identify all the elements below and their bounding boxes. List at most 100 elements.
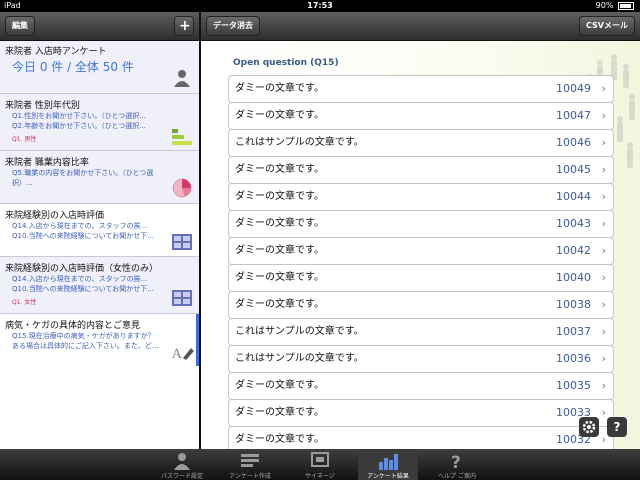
- answer-text: ダミーの文章です。: [235, 434, 324, 445]
- chevron-right-icon: ›: [601, 379, 606, 392]
- cross-table-icon: [172, 290, 192, 306]
- item-question: Q15.現在治療中の病気・ケガがありますか？: [12, 332, 155, 340]
- tab-label: ヘルプ ご案内: [438, 473, 476, 480]
- answer-row[interactable]: ダミーの文章です。 10035 ›: [228, 372, 614, 400]
- tab-label: アンケート作成: [229, 473, 271, 480]
- answer-text: ダミーの文章です。: [235, 245, 324, 256]
- person-icon: [174, 70, 190, 87]
- answer-id: 10044: [556, 190, 591, 203]
- navigation-bar: 編集 + データ消去 CSVメール: [0, 12, 640, 41]
- chevron-right-icon: ›: [601, 433, 606, 446]
- answer-row[interactable]: ダミーの文章です。 10042 ›: [228, 237, 614, 265]
- csv-mail-button[interactable]: CSVメール: [579, 16, 635, 36]
- item-question: Q2.年齢をお聞かせ下さい。（ひとつ選択...: [12, 122, 146, 130]
- edit-button[interactable]: 編集: [5, 16, 35, 36]
- add-button[interactable]: +: [174, 16, 194, 36]
- answer-id: 10037: [556, 325, 591, 338]
- answer-row[interactable]: ダミーの文章です。 10038 ›: [228, 291, 614, 319]
- chevron-right-icon: ›: [601, 352, 606, 365]
- answer-text: ダミーの文章です。: [235, 191, 324, 202]
- answer-id: 10046: [556, 136, 591, 149]
- answer-text: ダミーの文章です。: [235, 407, 324, 418]
- list-item[interactable]: 来院者 入店時アンケート 今日 0 件 / 全体 50 件: [0, 41, 199, 94]
- answer-id: 10042: [556, 244, 591, 257]
- tab-label: アンケート結果: [367, 473, 409, 480]
- tab-signage[interactable]: サイネージ: [290, 449, 350, 480]
- answer-list-pane: Open question (Q15) ダミーの文章です。 10049 › ダミ…: [201, 41, 640, 449]
- list-item[interactable]: 来院者 性別年代別 Q1.性別をお聞かせ下さい。（ひとつ選択... Q2.年齢を…: [0, 94, 199, 151]
- item-count-summary: 今日 0 件 / 全体 50 件: [12, 60, 134, 74]
- tab-label: サイネージ: [305, 473, 335, 480]
- signage-icon: [311, 452, 329, 467]
- answer-text: ダミーの文章です。: [235, 164, 324, 175]
- answer-row[interactable]: これはサンプルの文章です。 10037 ›: [228, 318, 614, 346]
- svg-text:?: ?: [451, 453, 461, 470]
- answer-row[interactable]: ダミーの文章です。 10044 ›: [228, 183, 614, 211]
- list-item[interactable]: 来院経験別の入店時評価（女性のみ） Q14.入店から現在までの、スタッフの挨..…: [0, 257, 199, 314]
- item-title: 来院者 入店時アンケート: [5, 47, 107, 57]
- filter-tag: Q1. 女性: [12, 299, 37, 306]
- answer-id: 10049: [556, 82, 591, 95]
- answer-text: これはサンプルの文章です。: [235, 137, 364, 148]
- answer-row[interactable]: これはサンプルの文章です。 10046 ›: [228, 129, 614, 157]
- answer-text: ダミーの文章です。: [235, 218, 324, 229]
- chevron-right-icon: ›: [601, 136, 606, 149]
- battery-percent: 90%: [595, 1, 614, 10]
- chevron-right-icon: ›: [601, 244, 606, 257]
- item-title: 来院者 職業内容比率: [5, 158, 89, 168]
- text-edit-icon: A: [172, 347, 194, 360]
- answer-row[interactable]: ダミーの文章です。 10033 ›: [228, 399, 614, 427]
- answer-id: 10047: [556, 109, 591, 122]
- list-item[interactable]: 来院者 職業内容比率 Q5.職業の内容をお聞かせ下さい。（ひとつ選 択）...: [0, 151, 199, 204]
- tab-survey-create[interactable]: アンケート作成: [220, 449, 280, 480]
- list-item-selected[interactable]: 病気・ケガの具体的内容とご意見 Q15.現在治療中の病気・ケガがありますか？ あ…: [0, 314, 199, 366]
- list-item[interactable]: 来院経験別の入店時評価 Q14.入店から現在までの、スタッフの挨... Q10.…: [0, 204, 199, 257]
- survey-list: 来院者 入店時アンケート 今日 0 件 / 全体 50 件 来院者 性別年代別 …: [0, 41, 199, 449]
- help-icon: ?: [451, 453, 461, 470]
- answer-text: これはサンプルの文章です。: [235, 353, 364, 364]
- answer-row[interactable]: ダミーの文章です。 10043 ›: [228, 210, 614, 238]
- question-heading: Open question (Q15): [233, 58, 339, 68]
- chevron-right-icon: ›: [601, 163, 606, 176]
- answer-row[interactable]: ダミーの文章です。 10032 ›: [228, 426, 614, 449]
- answer-row[interactable]: これはサンプルの文章です。 10036 ›: [228, 345, 614, 373]
- form-icon: [241, 454, 259, 467]
- item-question: Q14.入店から現在までの、スタッフの挨...: [12, 222, 148, 230]
- answer-id: 10038: [556, 298, 591, 311]
- tab-password-settings[interactable]: パスワード設定: [152, 449, 212, 480]
- person-icon: [174, 453, 190, 470]
- answer-row[interactable]: ダミーの文章です。 10045 ›: [228, 156, 614, 184]
- bar-chart-icon: [379, 454, 398, 470]
- item-question: ある場合は具体的にご記入下さい。また、ど...: [12, 342, 159, 350]
- answer-id: 10036: [556, 352, 591, 365]
- chevron-right-icon: ›: [601, 271, 606, 284]
- item-title: 病気・ケガの具体的内容とご意見: [5, 321, 141, 331]
- answer-id: 10040: [556, 271, 591, 284]
- cross-table-icon: [172, 234, 192, 250]
- answer-row[interactable]: ダミーの文章です。 10047 ›: [228, 102, 614, 130]
- item-question: Q1.性別をお聞かせ下さい。（ひとつ選択...: [12, 112, 146, 120]
- status-bar: iPad 17:53 90%: [0, 0, 640, 12]
- item-title: 来院経験別の入店時評価: [5, 211, 105, 221]
- chevron-right-icon: ›: [601, 190, 606, 203]
- item-title: 来院経験別の入店時評価（女性のみ）: [5, 264, 159, 274]
- answer-text: ダミーの文章です。: [235, 380, 324, 391]
- tab-help[interactable]: ? ヘルプ ご案内: [427, 449, 487, 480]
- settings-button[interactable]: [579, 417, 599, 437]
- answer-text: ダミーの文章です。: [235, 83, 324, 94]
- chevron-right-icon: ›: [601, 298, 606, 311]
- svg-text:A: A: [172, 347, 182, 360]
- answer-id: 10045: [556, 163, 591, 176]
- item-question: Q10.当院への来院経験についてお聞かせ下...: [12, 232, 154, 240]
- help-button[interactable]: ?: [607, 417, 627, 437]
- answer-text: これはサンプルの文章です。: [235, 326, 364, 337]
- tab-survey-results[interactable]: アンケート結果: [358, 449, 418, 480]
- battery-status: 90%: [596, 0, 634, 12]
- answer-text: ダミーの文章です。: [235, 299, 324, 310]
- answer-row[interactable]: ダミーの文章です。 10049 ›: [228, 75, 614, 103]
- answer-text: ダミーの文章です。: [235, 110, 324, 121]
- clear-data-button[interactable]: データ消去: [206, 16, 260, 36]
- clock: 17:53: [307, 1, 333, 10]
- answer-row[interactable]: ダミーの文章です。 10040 ›: [228, 264, 614, 292]
- chevron-right-icon: ›: [601, 325, 606, 338]
